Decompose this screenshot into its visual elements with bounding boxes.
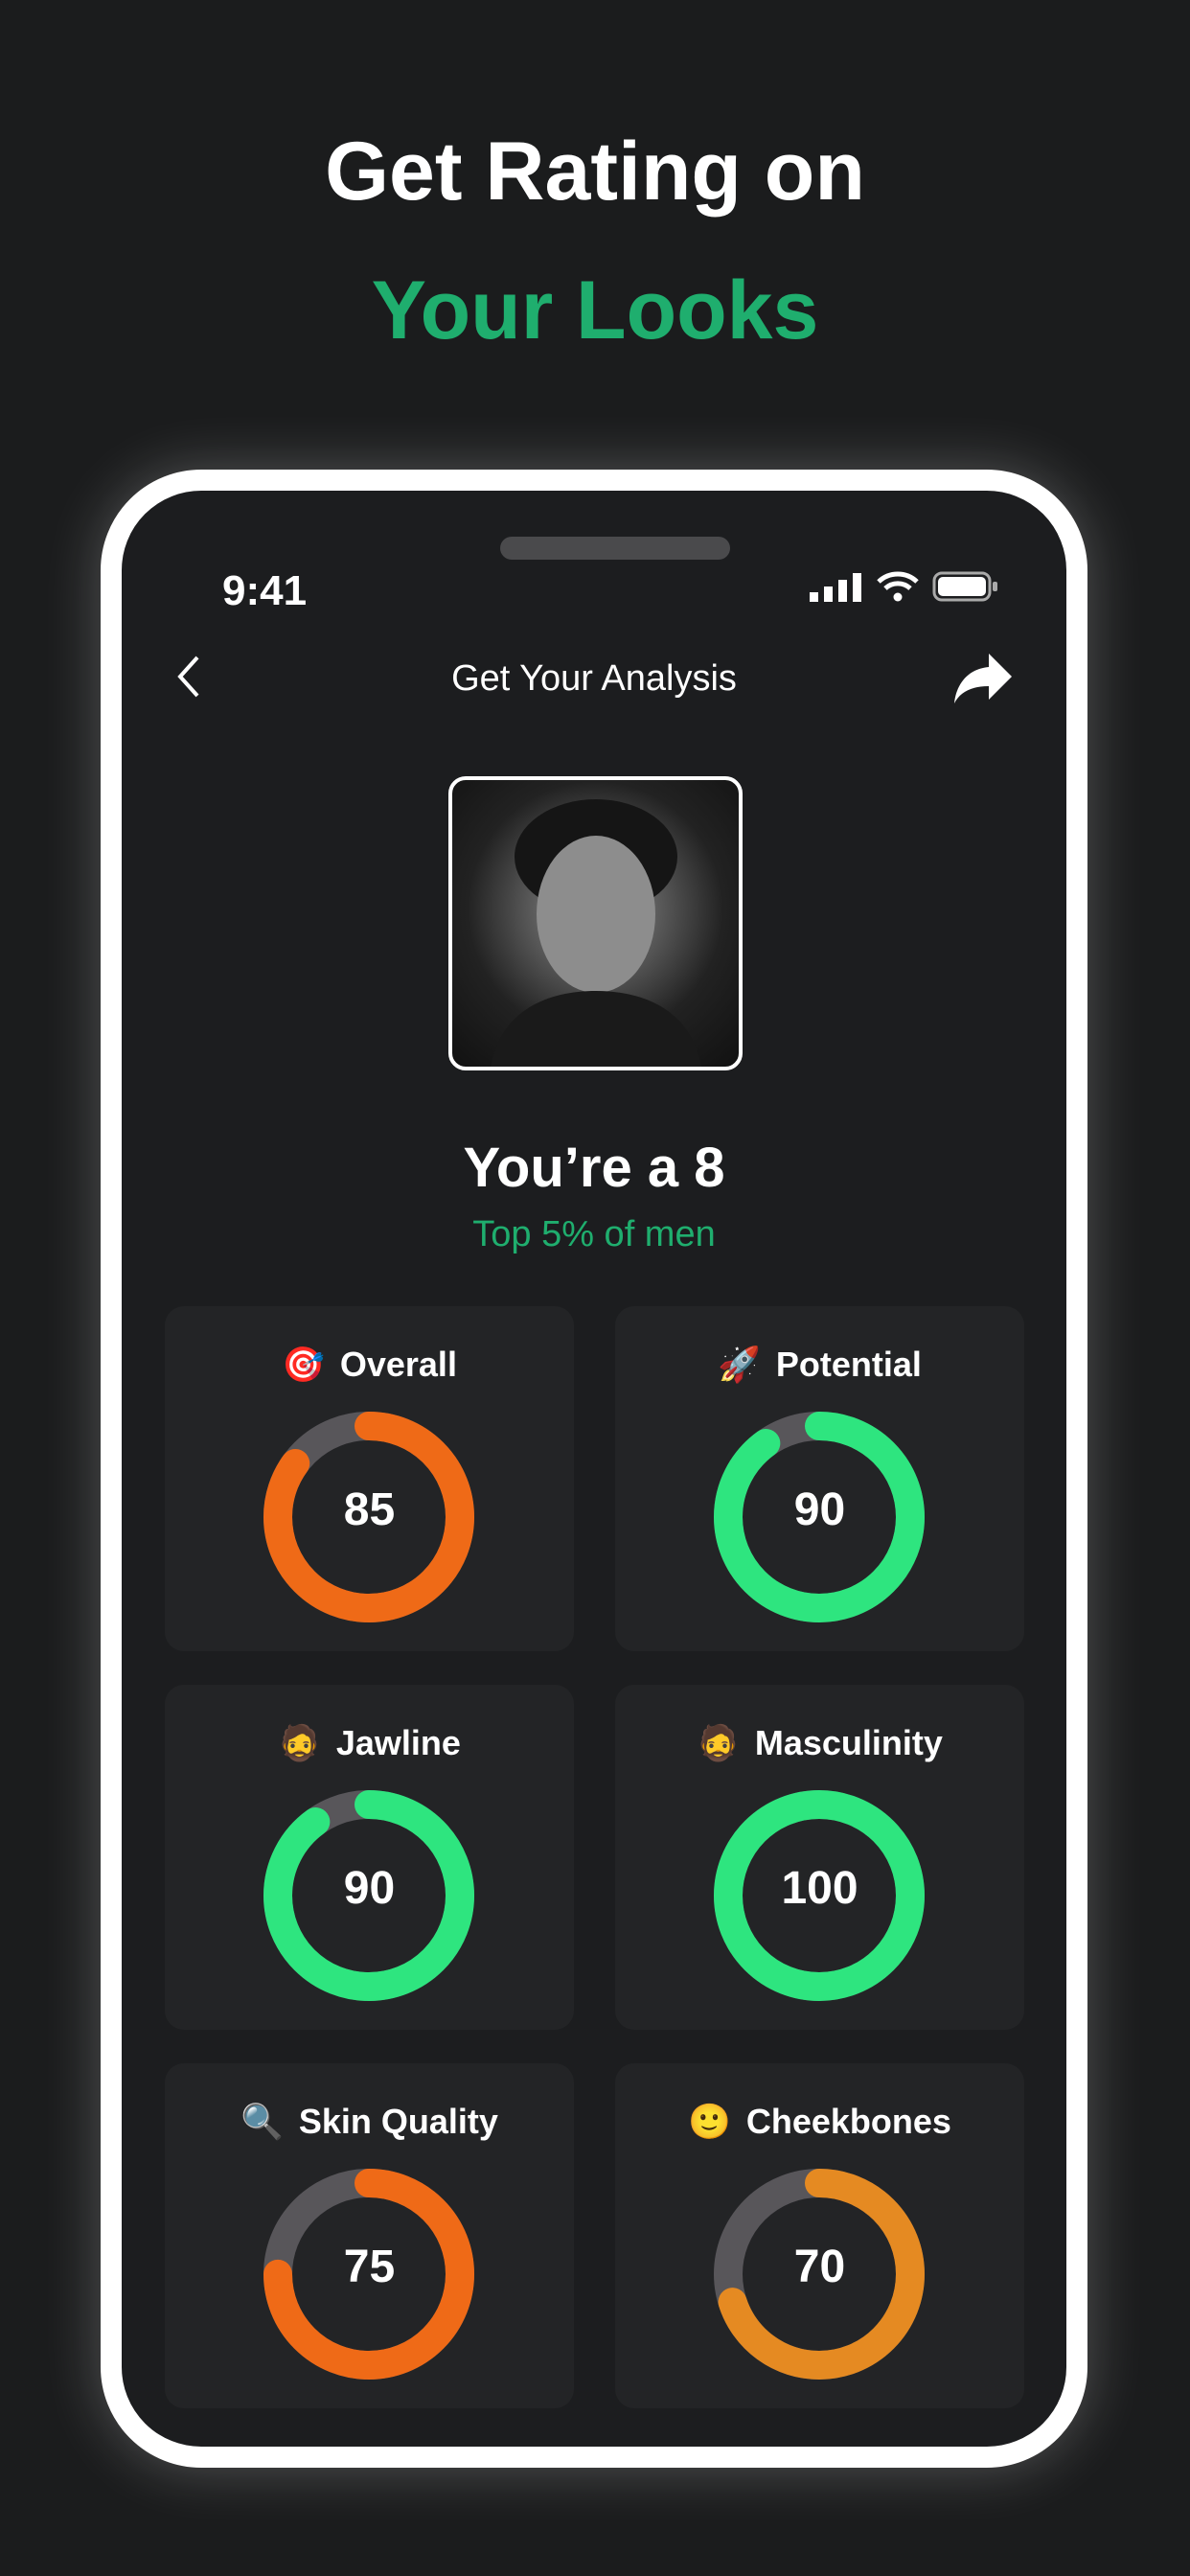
battery-icon (932, 571, 997, 602)
metric-emoji-icon: 🔍 (240, 2102, 284, 2141)
metric-emoji-icon: 🚀 (718, 1345, 761, 1384)
dynamic-island (500, 537, 730, 560)
metric-emoji-icon: 🎯 (282, 1345, 325, 1384)
signal-icon (810, 573, 861, 602)
metric-emoji-icon: 🧔 (278, 1723, 321, 1762)
metric-card-jawline: 🧔 Jawline 90 (165, 1685, 574, 2030)
metric-value: 75 (343, 2242, 396, 2292)
metric-label: Skin Quality (298, 2102, 498, 2141)
metric-label-row: 🎯 Overall (165, 1345, 574, 1385)
metric-card-masculinity: 🧔 Masculinity 100 (615, 1685, 1024, 2030)
metric-value: 100 (781, 1863, 858, 1914)
share-button[interactable] (952, 652, 1014, 710)
headline-line2: Your Looks (371, 264, 819, 356)
metric-value: 85 (343, 1484, 396, 1535)
metric-label: Jawline (335, 1723, 461, 1762)
status-icons (810, 571, 999, 602)
metric-card-cheekbones: 🙂 Cheekbones 70 (615, 2063, 1024, 2408)
metric-label-row: 🚀 Potential (615, 1345, 1024, 1385)
status-time: 9:41 (222, 567, 308, 614)
profile-photo (448, 776, 743, 1070)
metric-emoji-icon: 🙂 (688, 2102, 731, 2141)
metric-label: Masculinity (754, 1723, 943, 1762)
metric-label-row: 🧔 Jawline (165, 1723, 574, 1763)
metric-label-row: 🙂 Cheekbones (615, 2102, 1024, 2142)
percentile-text: Top 5% of men (472, 1214, 716, 1254)
metric-card-potential: 🚀 Potential 90 (615, 1306, 1024, 1651)
metric-emoji-icon: 🧔 (697, 1723, 740, 1762)
headline-line1: Get Rating on (325, 126, 865, 218)
metric-label-row: 🔍 Skin Quality (165, 2102, 574, 2142)
score-heading: You’re a 8 (463, 1137, 725, 1199)
metric-label: Overall (339, 1345, 457, 1384)
metric-label: Cheekbones (745, 2102, 951, 2141)
metric-label-row: 🧔 Masculinity (615, 1723, 1024, 1763)
phone-frame: 9:41 Get Your Analysis You’re a 8 Top 5%… (101, 470, 1087, 2468)
metric-value: 70 (793, 2242, 846, 2292)
metric-label: Potential (775, 1345, 922, 1384)
metric-value: 90 (793, 1484, 846, 1535)
nav-title: Get Your Analysis (451, 658, 737, 699)
share-arrow-icon (954, 654, 1012, 703)
metric-value: 90 (343, 1863, 396, 1914)
wifi-icon (877, 571, 919, 602)
metric-card-overall: 🎯 Overall 85 (165, 1306, 574, 1651)
metric-card-skin-quality: 🔍 Skin Quality 75 (165, 2063, 574, 2408)
